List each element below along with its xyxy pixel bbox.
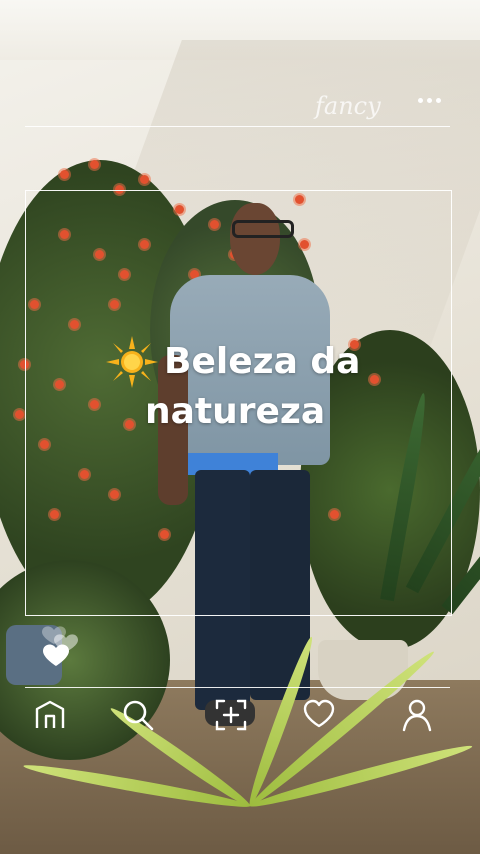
heart-filled-icon[interactable] (43, 644, 69, 666)
more-horizontal-icon[interactable] (413, 92, 445, 108)
caption-line-1: Beleza da (164, 341, 361, 382)
reaction-hearts (40, 612, 80, 672)
post-caption: Beleza da natureza (100, 336, 400, 436)
home-icon[interactable] (33, 698, 67, 732)
profile-icon[interactable] (400, 698, 434, 732)
flower (140, 175, 149, 184)
bottom-nav-divider (25, 687, 450, 688)
top-bar: fancy (25, 80, 450, 127)
flower (15, 410, 24, 419)
caption-line-2: natureza (145, 391, 326, 432)
search-icon[interactable] (121, 698, 155, 732)
add-frame-icon[interactable] (214, 698, 248, 732)
brand-watermark: fancy (315, 92, 381, 120)
flower (60, 170, 69, 179)
sun-icon (106, 336, 158, 388)
heart-icon[interactable] (302, 698, 336, 732)
flower (90, 160, 99, 169)
